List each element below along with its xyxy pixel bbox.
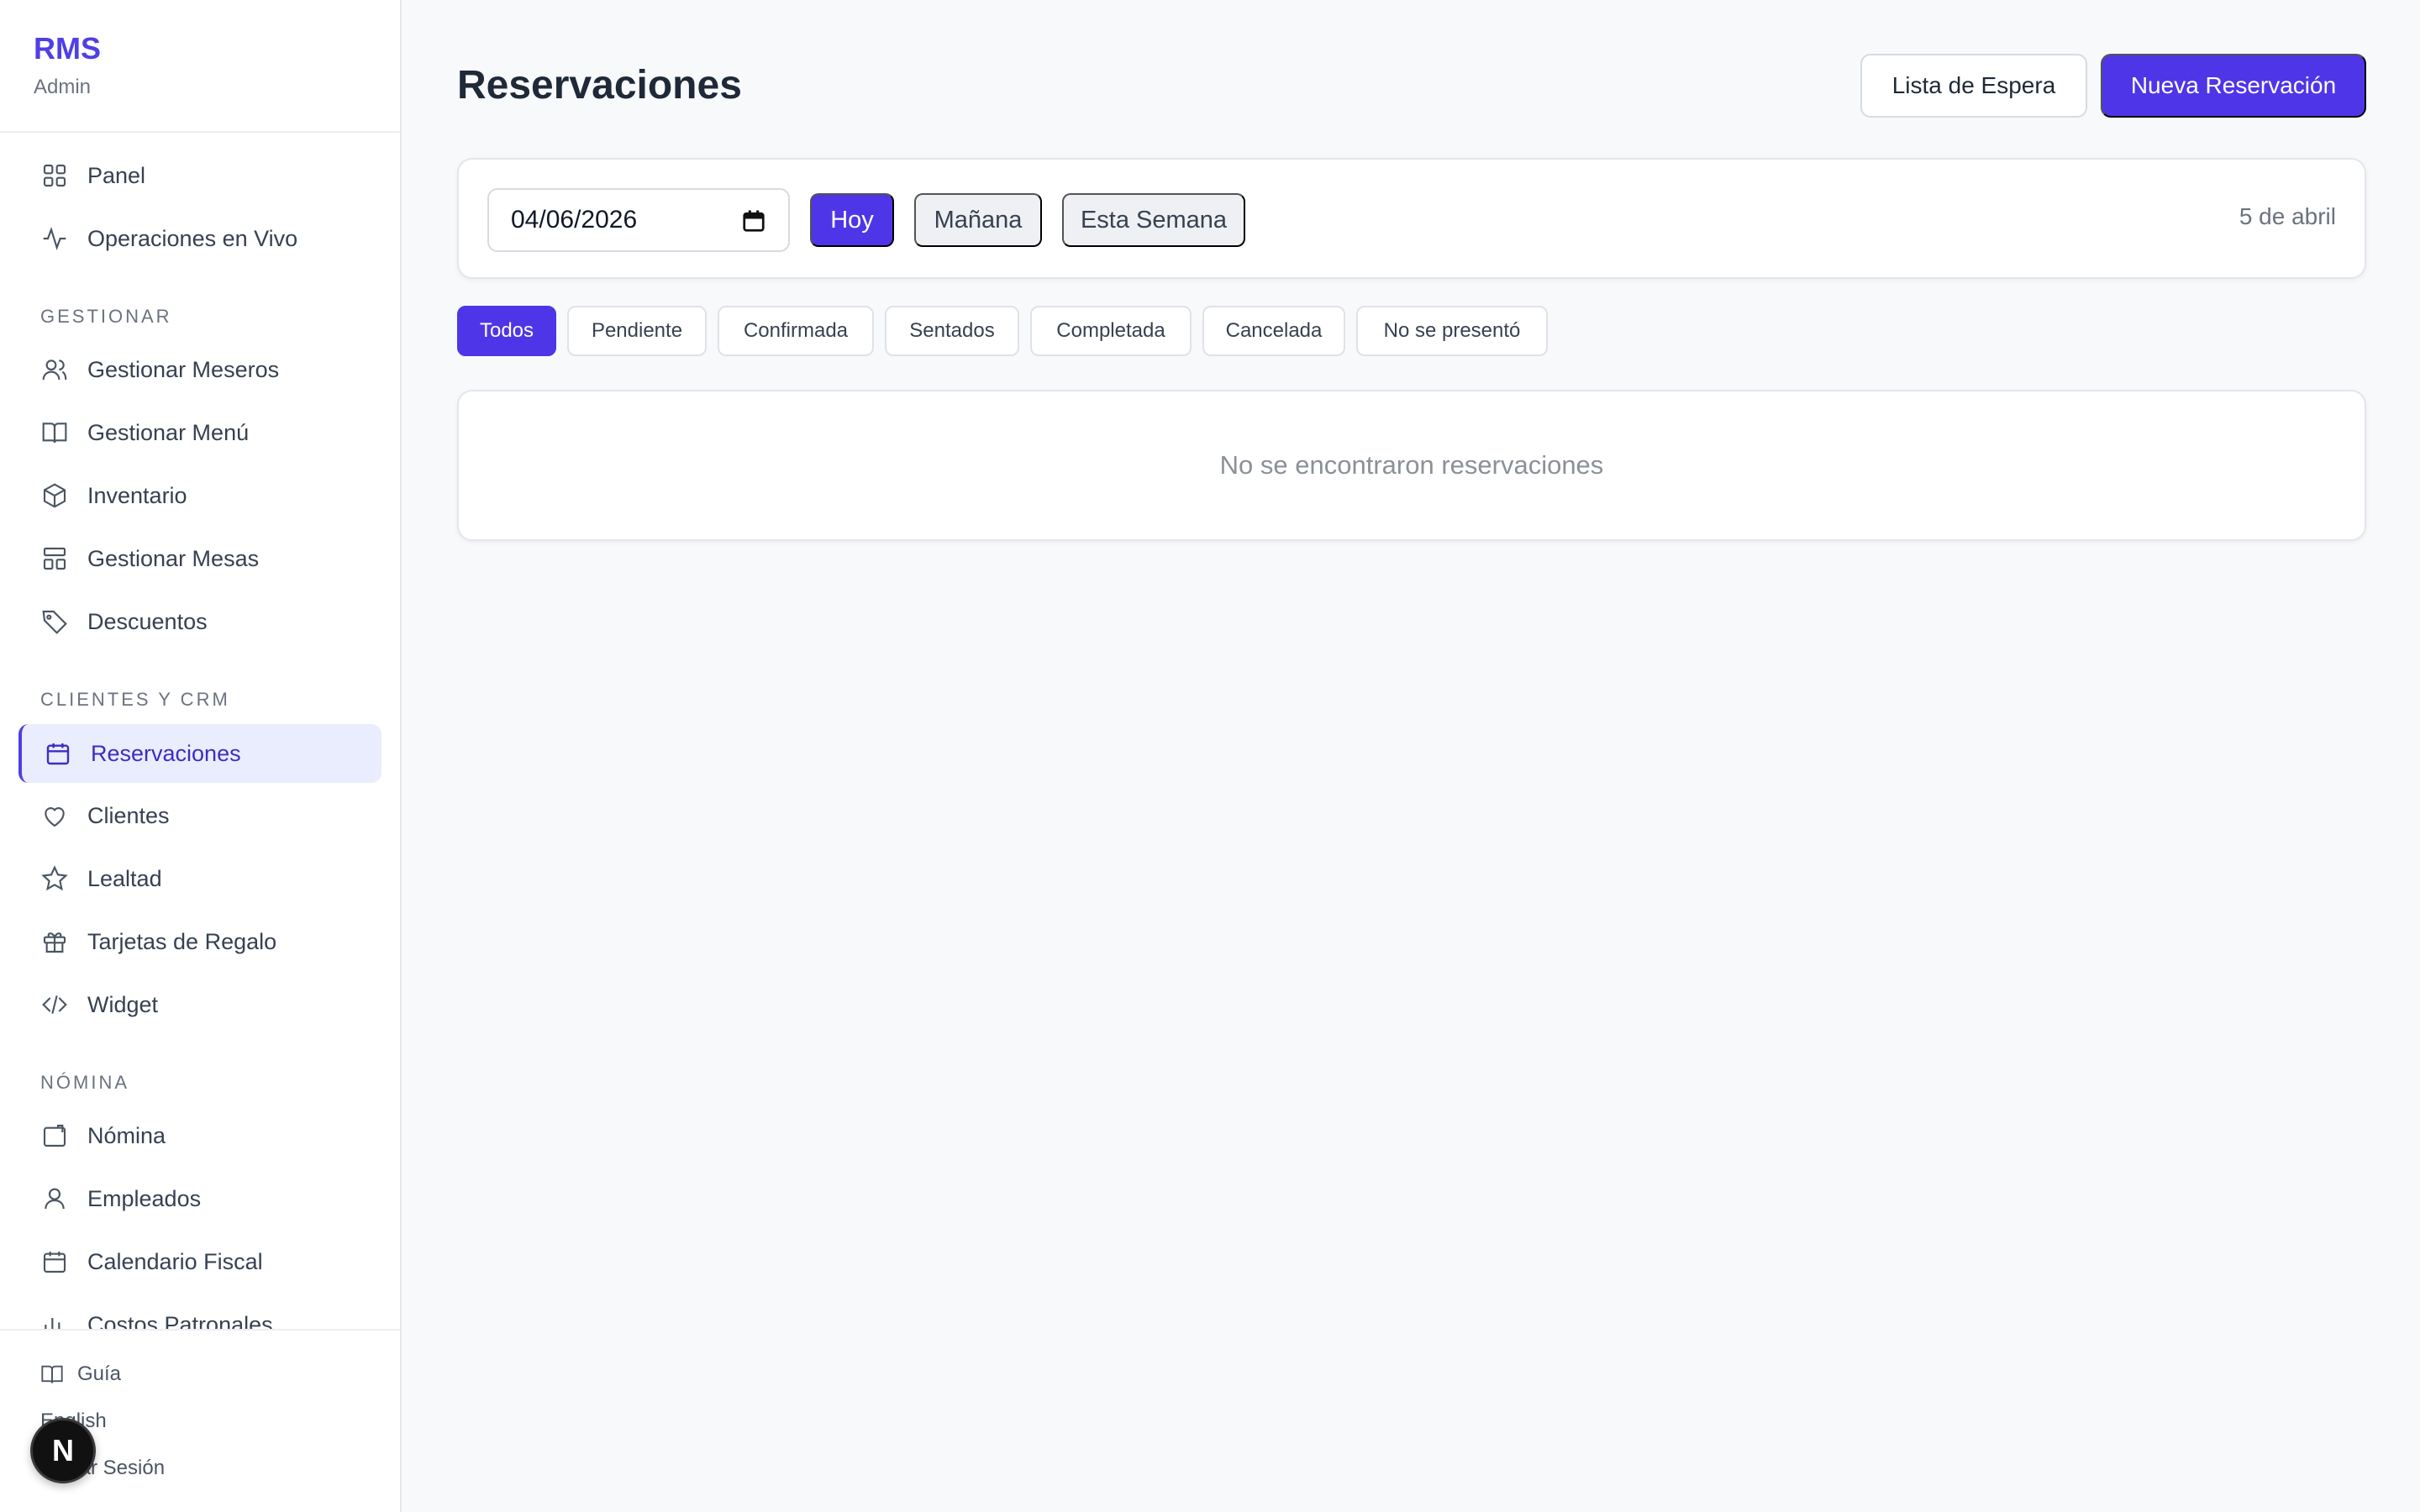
sidebar-item-inventory[interactable]: Inventario (18, 466, 381, 525)
filter-cancelled[interactable]: Cancelada (1202, 306, 1345, 356)
sidebar-item-panel[interactable]: Panel (18, 146, 381, 205)
sidebar-item-label: Nómina (87, 1122, 166, 1148)
activity-icon (40, 224, 69, 253)
empty-state-message: No se encontraron reservaciones (1219, 450, 1604, 480)
book-open-icon (41, 1365, 63, 1383)
calendar-icon (44, 739, 72, 768)
calendar-picker-icon[interactable] (741, 208, 766, 234)
box-icon (40, 481, 69, 510)
filter-pending[interactable]: Pendiente (567, 306, 707, 356)
sidebar-item-reservations[interactable]: Reservaciones (18, 724, 381, 783)
guide-link[interactable]: Guía (40, 1362, 121, 1386)
calendar-icon (40, 1247, 69, 1276)
guide-label: Guía (77, 1362, 122, 1385)
brand: RMS Admin (0, 0, 400, 133)
sidebar-item-label: Tarjetas de Regalo (87, 928, 277, 954)
date-input[interactable]: 04/06/2026 (487, 188, 790, 252)
section-label-payroll: NÓMINA (40, 1072, 129, 1093)
section-label-manage: GESTIONAR (40, 306, 172, 327)
sidebar-item-widget[interactable]: Widget (18, 975, 381, 1034)
sidebar: RMS Admin Panel Operaciones en Vivo GEST… (0, 0, 402, 1512)
sidebar-item-label: Gestionar Mesas (87, 545, 260, 571)
filter-all[interactable]: Todos (457, 306, 556, 356)
sidebar-item-tables[interactable]: Gestionar Mesas (18, 529, 381, 588)
sidebar-item-label: Gestionar Meseros (87, 356, 280, 382)
sidebar-item-label: Reservaciones (91, 740, 241, 766)
users-icon (40, 355, 69, 384)
sidebar-item-employees[interactable]: Empleados (18, 1169, 381, 1228)
sidebar-item-payroll[interactable]: Nómina (18, 1106, 381, 1165)
page-title: Reservaciones (457, 63, 742, 108)
sidebar-item-label: Panel (87, 162, 146, 188)
sidebar-item-label: Empleados (87, 1185, 202, 1211)
filter-completed[interactable]: Completada (1030, 306, 1192, 356)
sidebar-item-label: Inventario (87, 482, 187, 508)
filter-seated[interactable]: Sentados (885, 306, 1019, 356)
sidebar-item-label: Widget (87, 991, 159, 1017)
sidebar-item-live-operations[interactable]: Operaciones en Vivo (18, 209, 381, 268)
tables-icon (40, 544, 69, 573)
new-reservation-button[interactable]: Nueva Reservación (2101, 54, 2366, 118)
sidebar-item-gift-cards[interactable]: Tarjetas de Regalo (18, 912, 381, 971)
selected-date-label: 5 de abril (2238, 203, 2336, 229)
sidebar-item-label: Operaciones en Vivo (87, 225, 298, 251)
sidebar-item-menu[interactable]: Gestionar Menú (18, 403, 381, 462)
sidebar-item-label: Gestionar Menú (87, 419, 250, 445)
sidebar-item-label: Clientes (87, 802, 170, 828)
user-icon (40, 1184, 69, 1213)
star-icon (40, 864, 69, 893)
sidebar-item-waiters[interactable]: Gestionar Meseros (18, 340, 381, 399)
sidebar-item-discounts[interactable]: Descuentos (18, 592, 381, 651)
brand-subtitle: Admin (34, 76, 92, 98)
wallet-icon (40, 1121, 69, 1150)
gift-icon (40, 927, 69, 956)
sidebar-item-clients[interactable]: Clientes (18, 786, 381, 845)
today-button[interactable]: Hoy (810, 193, 894, 247)
filter-confirmed[interactable]: Confirmada (718, 306, 874, 356)
sidebar-item-loyalty[interactable]: Lealtad (18, 849, 381, 908)
date-value: 04/06/2026 (511, 206, 638, 234)
this-week-button[interactable]: Esta Semana (1062, 193, 1245, 247)
book-open-icon (40, 418, 69, 447)
waitlist-button[interactable]: Lista de Espera (1860, 54, 2087, 118)
heart-icon (40, 801, 69, 830)
tag-icon (40, 607, 69, 636)
code-icon (40, 990, 69, 1019)
dev-tools-badge[interactable]: N (30, 1418, 96, 1483)
date-filter-card: 04/06/2026 Hoy Mañana Esta Semana 5 de a… (457, 158, 2366, 279)
brand-title[interactable]: RMS (34, 32, 400, 66)
filter-no-show[interactable]: No se presentó (1356, 306, 1548, 356)
tomorrow-button[interactable]: Mañana (914, 193, 1042, 247)
section-label-crm: CLIENTES Y CRM (40, 689, 230, 710)
sidebar-item-label: Calendario Fiscal (87, 1248, 263, 1274)
grid-icon (40, 161, 69, 190)
sidebar-item-tax-calendar[interactable]: Calendario Fiscal (18, 1232, 381, 1291)
reservations-list: No se encontraron reservaciones (457, 390, 2366, 541)
sidebar-item-label: Descuentos (87, 608, 208, 634)
sidebar-item-label: Lealtad (87, 865, 162, 891)
